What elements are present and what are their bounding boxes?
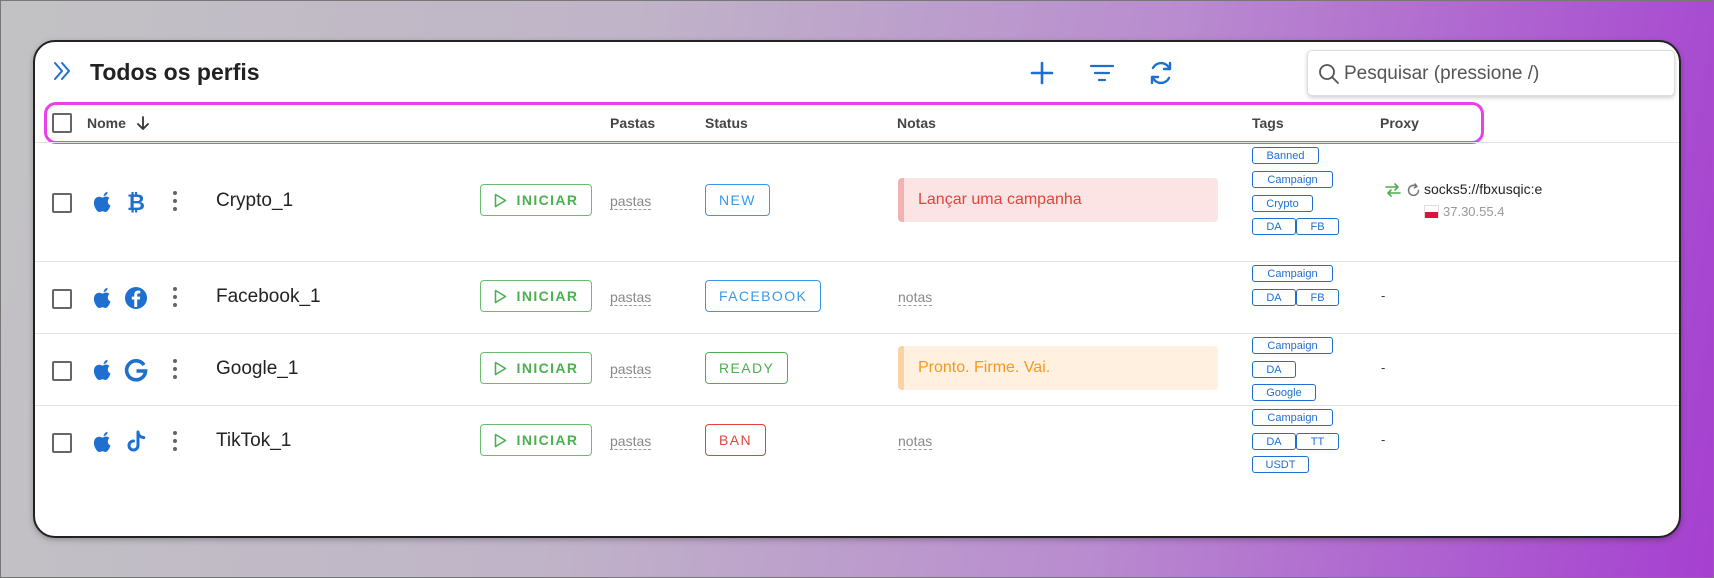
proxy-empty: -: [1381, 360, 1386, 375]
tag[interactable]: Google: [1252, 384, 1316, 401]
play-icon: [494, 193, 506, 207]
start-button[interactable]: INICIAR: [480, 280, 592, 312]
proxy-empty: -: [1381, 288, 1386, 303]
apple-icon: [93, 287, 111, 308]
status-badge[interactable]: BAN: [705, 424, 766, 456]
row-checkbox[interactable]: [52, 289, 72, 309]
tag[interactable]: DA: [1252, 433, 1296, 450]
folders-link[interactable]: pastas: [610, 433, 652, 450]
folders-link[interactable]: pastas: [610, 193, 652, 210]
row-checkbox[interactable]: [52, 193, 72, 213]
play-icon: [494, 361, 506, 375]
start-button-label: INICIAR: [516, 192, 579, 208]
panel-header: Todos os perfis: [35, 42, 1679, 104]
tag[interactable]: FB: [1296, 289, 1339, 306]
profiles-panel: Todos os perfis Nome: [33, 40, 1681, 538]
proxy-address[interactable]: socks5://fbxusqic:e: [1424, 181, 1542, 197]
arrow-down-icon: [136, 116, 149, 130]
start-button[interactable]: INICIAR: [480, 352, 592, 384]
profile-name[interactable]: Facebook_1: [216, 286, 321, 308]
table-header-row: Nome Pastas Status Notas Tags Proxy: [35, 102, 1679, 144]
more-vertical-icon[interactable]: [171, 358, 179, 380]
profile-name[interactable]: Crypto_1: [216, 190, 293, 212]
folders-link[interactable]: pastas: [610, 289, 652, 306]
select-all-checkbox[interactable]: [52, 113, 72, 133]
start-button[interactable]: INICIAR: [480, 424, 592, 456]
tag[interactable]: Campaign: [1252, 265, 1333, 282]
tiktok-icon: [127, 430, 146, 452]
filter-icon[interactable]: [1086, 57, 1118, 89]
play-icon: [494, 289, 506, 303]
column-proxy-header: Proxy: [1380, 115, 1419, 131]
column-folders-header: Pastas: [610, 115, 656, 131]
refresh-proxy-icon[interactable]: [1406, 183, 1421, 198]
facebook-icon: [125, 287, 147, 309]
notes-link[interactable]: notas: [898, 289, 933, 306]
status-badge[interactable]: NEW: [705, 184, 770, 216]
row-checkbox[interactable]: [52, 433, 72, 453]
folders-link[interactable]: pastas: [610, 361, 652, 378]
start-button-label: INICIAR: [516, 432, 579, 448]
search-icon: [1319, 64, 1339, 84]
column-notes-header: Notas: [897, 115, 936, 131]
page-title: Todos os perfis: [90, 59, 260, 85]
search-input[interactable]: [1344, 59, 1664, 89]
status-badge[interactable]: READY: [705, 352, 789, 384]
proxy-empty: -: [1381, 432, 1386, 447]
start-button[interactable]: INICIAR: [480, 184, 592, 216]
tag[interactable]: TT: [1296, 433, 1339, 450]
table-row[interactable]: Google_1 INICIAR pastas READY Pronto. Fi…: [35, 333, 1679, 406]
bitcoin-icon: ₿: [127, 191, 145, 215]
note-box[interactable]: Lançar uma campanha: [898, 178, 1218, 222]
column-name-header[interactable]: Nome: [87, 115, 151, 131]
table-row[interactable]: ₿ Crypto_1 INICIAR pastas NEW Lançar uma…: [35, 142, 1679, 262]
more-vertical-icon[interactable]: [171, 190, 179, 212]
poland-flag-icon: [1424, 205, 1439, 218]
start-button-label: INICIAR: [516, 288, 579, 304]
note-box[interactable]: Pronto. Firme. Vai.: [898, 346, 1218, 390]
more-vertical-icon[interactable]: [171, 286, 179, 308]
tag[interactable]: Campaign: [1252, 337, 1333, 354]
tag[interactable]: Crypto: [1252, 195, 1313, 212]
refresh-icon[interactable]: [1145, 57, 1177, 89]
table-row[interactable]: Facebook_1 INICIAR pastas FACEBOOK notas…: [35, 261, 1679, 334]
tag[interactable]: Campaign: [1252, 171, 1333, 188]
apple-icon: [93, 359, 111, 380]
column-status-header: Status: [705, 115, 748, 131]
tag[interactable]: FB: [1296, 218, 1339, 235]
tag[interactable]: Campaign: [1252, 409, 1333, 426]
more-vertical-icon[interactable]: [171, 430, 179, 452]
apple-icon: [93, 191, 111, 212]
column-tags-header: Tags: [1252, 115, 1284, 131]
row-checkbox[interactable]: [52, 361, 72, 381]
column-name-label: Nome: [87, 115, 126, 131]
notes-link[interactable]: notas: [898, 433, 933, 450]
tag[interactable]: Banned: [1252, 147, 1319, 164]
table-row[interactable]: TikTok_1 INICIAR pastas BAN notas Campai…: [35, 405, 1679, 495]
tag[interactable]: DA: [1252, 218, 1296, 235]
start-button-label: INICIAR: [516, 360, 579, 376]
tag[interactable]: DA: [1252, 361, 1296, 378]
svg-text:₿: ₿: [127, 191, 145, 215]
profile-name[interactable]: TikTok_1: [216, 430, 291, 452]
search-box[interactable]: [1307, 50, 1675, 96]
swap-arrows-icon[interactable]: [1385, 183, 1401, 197]
proxy-ip: 37.30.55.4: [1443, 204, 1505, 219]
profile-name[interactable]: Google_1: [216, 358, 298, 380]
play-icon: [494, 433, 506, 447]
plus-icon[interactable]: [1026, 57, 1058, 89]
status-badge[interactable]: FACEBOOK: [705, 280, 822, 312]
tag[interactable]: USDT: [1252, 456, 1309, 473]
apple-icon: [93, 431, 111, 452]
chevron-double-right-icon[interactable]: [50, 59, 74, 83]
tag[interactable]: DA: [1252, 289, 1296, 306]
google-icon: [124, 359, 148, 382]
